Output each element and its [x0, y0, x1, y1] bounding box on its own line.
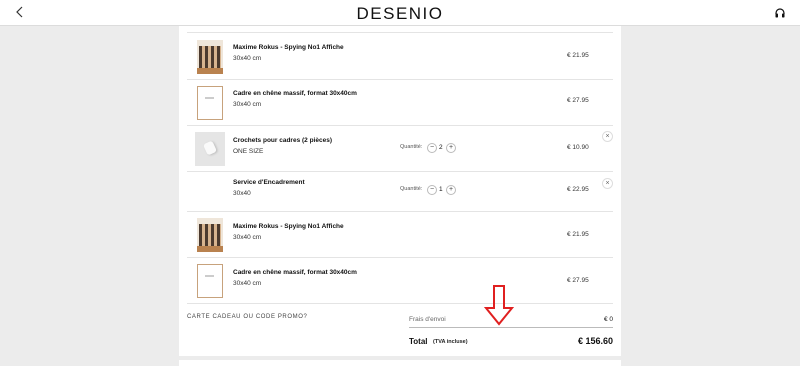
- poster-thumbnail[interactable]: [197, 40, 223, 74]
- remove-item-button[interactable]: ×: [602, 131, 613, 142]
- cart-item: Maxime Rokus - Spying No1 Affiche 30x40 …: [187, 32, 613, 80]
- item-price: € 22.95: [567, 186, 589, 193]
- red-down-arrow-icon: [483, 284, 515, 326]
- cart-item: Cadre en chêne massif, format 30x40cm 30…: [187, 80, 613, 126]
- item-price: € 21.95: [567, 231, 589, 238]
- quantity-value: 1: [439, 186, 443, 193]
- total-tax-note: (TVA incluse): [433, 339, 468, 345]
- item-name[interactable]: Maxime Rokus - Spying No1 Affiche: [233, 223, 344, 230]
- total-row: Total (TVA incluse) € 156.60: [409, 336, 613, 348]
- item-name[interactable]: Maxime Rokus - Spying No1 Affiche: [233, 44, 344, 51]
- total-value: € 156.60: [577, 336, 613, 346]
- headphones-icon[interactable]: [774, 6, 786, 18]
- item-price: € 27.95: [567, 277, 589, 284]
- shipping-label: Frais d'envoi: [409, 316, 446, 323]
- top-bar: DESENIO: [0, 0, 800, 26]
- cart-item: Cadre en chêne massif, format 30x40cm 30…: [187, 258, 613, 304]
- oak-frame-thumbnail[interactable]: [197, 86, 223, 120]
- decrease-quantity-button[interactable]: −: [427, 185, 437, 195]
- oak-frame-thumbnail[interactable]: [197, 264, 223, 298]
- cart-item: Maxime Rokus - Spying No1 Affiche 30x40 …: [187, 212, 613, 258]
- increase-quantity-button[interactable]: +: [446, 143, 456, 153]
- next-section-edge: [179, 360, 621, 366]
- increase-quantity-button[interactable]: +: [446, 185, 456, 195]
- item-name[interactable]: Crochets pour cadres (2 pièces): [233, 137, 332, 144]
- item-variant: ONE SIZE: [233, 148, 264, 155]
- logo[interactable]: DESENIO: [0, 4, 800, 24]
- item-name[interactable]: Cadre en chêne massif, format 30x40cm: [233, 269, 357, 276]
- item-name[interactable]: Service d'Encadrement: [233, 179, 305, 186]
- poster-thumbnail[interactable]: [197, 218, 223, 252]
- remove-item-button[interactable]: ×: [602, 178, 613, 189]
- frame-hooks-thumbnail[interactable]: [195, 132, 225, 166]
- cart-panel: Maxime Rokus - Spying No1 Affiche 30x40 …: [179, 26, 621, 356]
- item-variant: 30x40 cm: [233, 280, 262, 287]
- item-variant: 30x40 cm: [233, 55, 262, 62]
- decrease-quantity-button[interactable]: −: [427, 143, 437, 153]
- cart-item: Crochets pour cadres (2 pièces) ONE SIZE…: [187, 126, 613, 172]
- item-price: € 21.95: [567, 52, 589, 59]
- quantity-label: Quantité:: [400, 144, 423, 150]
- item-variant: 30x40 cm: [233, 234, 262, 241]
- quantity-label: Quantité:: [400, 186, 423, 192]
- total-label: Total: [409, 337, 428, 346]
- promo-code-link[interactable]: CARTE CADEAU OU CODE PROMO?: [187, 314, 307, 320]
- item-variant: 30x40 cm: [233, 101, 262, 108]
- item-variant: 30x40: [233, 190, 251, 197]
- item-price: € 10.90: [567, 144, 589, 151]
- shipping-value: € 0: [603, 316, 613, 323]
- quantity-value: 2: [439, 144, 443, 151]
- cart-item: Service d'Encadrement 30x40 Quantité: − …: [187, 172, 613, 212]
- item-price: € 27.95: [567, 97, 589, 104]
- item-name[interactable]: Cadre en chêne massif, format 30x40cm: [233, 90, 357, 97]
